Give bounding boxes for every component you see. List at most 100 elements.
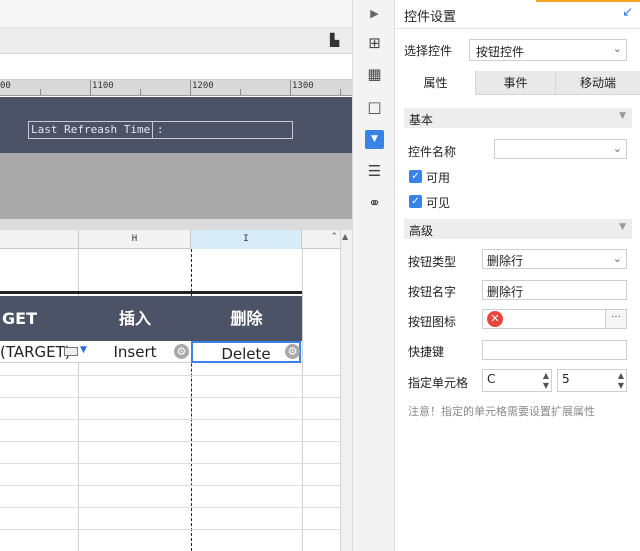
chevron-up-icon[interactable]: ▲ (618, 371, 624, 380)
ruler-tick (240, 89, 241, 95)
control-name-label: 控件名称 (408, 145, 457, 159)
column-header: H I ⌃ (0, 230, 340, 249)
gear-icon[interactable]: ⚙ (285, 344, 300, 359)
section-basic[interactable]: 基本 ▼ (404, 108, 632, 128)
ruler: 00 1100 1200 1300 (0, 80, 352, 96)
ruler-label: 1100 (92, 81, 114, 91)
grid-line (78, 249, 79, 551)
table-header-row: GET 插入 删除 (0, 296, 302, 341)
button-type-label: 按钮类型 (408, 255, 457, 269)
enabled-label: 可用 (426, 171, 451, 185)
section-title: 高级 (409, 224, 434, 238)
tab-properties[interactable]: 属性 (396, 71, 476, 95)
section-advanced[interactable]: 高级 ▼ (404, 219, 632, 239)
stack-icon[interactable]: ☰ (365, 162, 384, 181)
ruler-tick (290, 80, 291, 95)
select-control-dropdown[interactable]: 按钮控件 ⌄ (469, 39, 627, 61)
gear-icon[interactable]: ⚙ (174, 344, 189, 359)
grid-line (0, 463, 340, 464)
ruler-tick (140, 89, 141, 95)
grid-line (0, 419, 340, 420)
panel-tabs: 属性 事件 移动端 (396, 71, 640, 95)
chevron-down-icon[interactable]: ▼ (543, 381, 549, 390)
separator-band (0, 219, 352, 230)
control-settings-panel: 控件设置 ↙ 选择控件 按钮控件 ⌄ 属性 事件 移动端 基本 ▼ 控件名称 ⌄… (396, 0, 640, 551)
ruler-label: 00 (0, 81, 11, 91)
top-strip (0, 0, 352, 28)
error-icon: ✕ (487, 311, 503, 327)
header-cell[interactable]: GET (0, 296, 78, 341)
caret-down-icon: ▼ (619, 222, 626, 232)
frame-icon[interactable]: □ (365, 98, 384, 117)
chevron-down-icon: ⌄ (612, 252, 622, 265)
select-control-value: 按钮控件 (476, 45, 525, 59)
toolbar-row: ▙ (0, 28, 352, 54)
button-icon-field[interactable]: ✕ (482, 309, 606, 329)
collapse-icon[interactable]: ↙ (622, 5, 633, 20)
header-cell[interactable]: 插入 (79, 296, 191, 341)
refresh-time-label: Last Refreash Time : (31, 123, 164, 136)
report-gray-band (0, 153, 352, 219)
button-icon-label: 按钮图标 (408, 315, 457, 329)
panel-icon-strip: ▶ ⊞ ▦ □ ▼ ☰ ⚭ (352, 0, 395, 551)
ruler-label: 1200 (192, 81, 214, 91)
vertical-scrollbar[interactable]: ▲ (340, 230, 352, 551)
hotkey-input[interactable] (482, 340, 627, 360)
header-cell[interactable]: 删除 (191, 296, 302, 341)
section-title: 基本 (409, 113, 434, 127)
grid-line (0, 375, 340, 376)
grid-line (0, 485, 340, 486)
ruler-tick (90, 80, 91, 95)
spreadsheet-grid: H I ⌃ GET 插入 删除 (TARGET) ▼ Insert ⚙ Dele… (0, 230, 340, 551)
button-name-value: 删除行 (487, 285, 524, 299)
tab-mobile[interactable]: 移动端 (556, 71, 640, 95)
target-cell-column-stepper[interactable]: C ▲ ▼ (482, 369, 552, 392)
enabled-checkbox[interactable]: ✓ (409, 170, 422, 183)
chevron-up-icon[interactable]: ▲ (543, 371, 549, 380)
refresh-time-field[interactable]: Last Refreash Time : (28, 121, 293, 139)
expand-icon[interactable]: ▶ (365, 4, 384, 23)
visible-checkbox[interactable]: ✓ (409, 195, 422, 208)
tab-events[interactable]: 事件 (476, 71, 556, 95)
panel-accent-bar (536, 0, 640, 2)
grid-line (0, 507, 340, 508)
target-cell-row-stepper[interactable]: 5 ▲ ▼ (557, 369, 627, 392)
ruler-tick (340, 89, 341, 95)
column-header-i[interactable]: I (191, 230, 302, 249)
more-button[interactable]: ··· (606, 309, 627, 329)
report-editor: ▙ 00 1100 1200 1300 Last Refreash Time :… (0, 0, 352, 551)
grid-line (0, 529, 340, 530)
link-icon[interactable]: ⚭ (365, 194, 384, 213)
chevron-down-icon[interactable]: ▼ (618, 381, 624, 390)
target-cell-row-value: 5 (562, 372, 570, 386)
panel-title: 控件设置 (404, 10, 457, 25)
layout-icon[interactable]: ⊞ (365, 34, 384, 53)
column-header-blank[interactable] (0, 230, 79, 249)
grid-line (0, 397, 340, 398)
ruler-tick (40, 89, 41, 95)
button-type-dropdown[interactable]: 删除行 ⌄ (482, 249, 627, 269)
report-title-band: Last Refreash Time : (0, 97, 352, 153)
widget-marker-icon (64, 347, 78, 356)
field-divider (152, 122, 153, 138)
control-name-dropdown[interactable]: ⌄ (494, 139, 627, 159)
chevron-down-icon: ⌄ (612, 142, 622, 155)
grid-line (302, 249, 303, 551)
table-row: (TARGET) ▼ Insert ⚙ Delete ⚙ (0, 341, 302, 363)
chevron-up-icon[interactable]: ⌃ (330, 232, 338, 242)
column-header-h[interactable]: H (79, 230, 191, 249)
table-icon[interactable]: ▦ (365, 65, 384, 84)
chevron-down-icon: ⌄ (612, 42, 622, 55)
format-icon[interactable]: ▙ (330, 33, 344, 47)
scroll-up-icon[interactable]: ▲ (342, 232, 348, 241)
hotkey-label: 快捷键 (408, 345, 445, 359)
button-name-input[interactable]: 删除行 (482, 280, 627, 300)
double-border-line (0, 291, 302, 294)
page-break-line (191, 249, 192, 551)
ruler-label: 1300 (292, 81, 314, 91)
ruler-tick (190, 80, 191, 95)
divider (396, 28, 640, 29)
grid-line (0, 441, 340, 442)
button-type-value: 删除行 (487, 254, 524, 268)
widget-icon[interactable]: ▼ (365, 130, 384, 149)
